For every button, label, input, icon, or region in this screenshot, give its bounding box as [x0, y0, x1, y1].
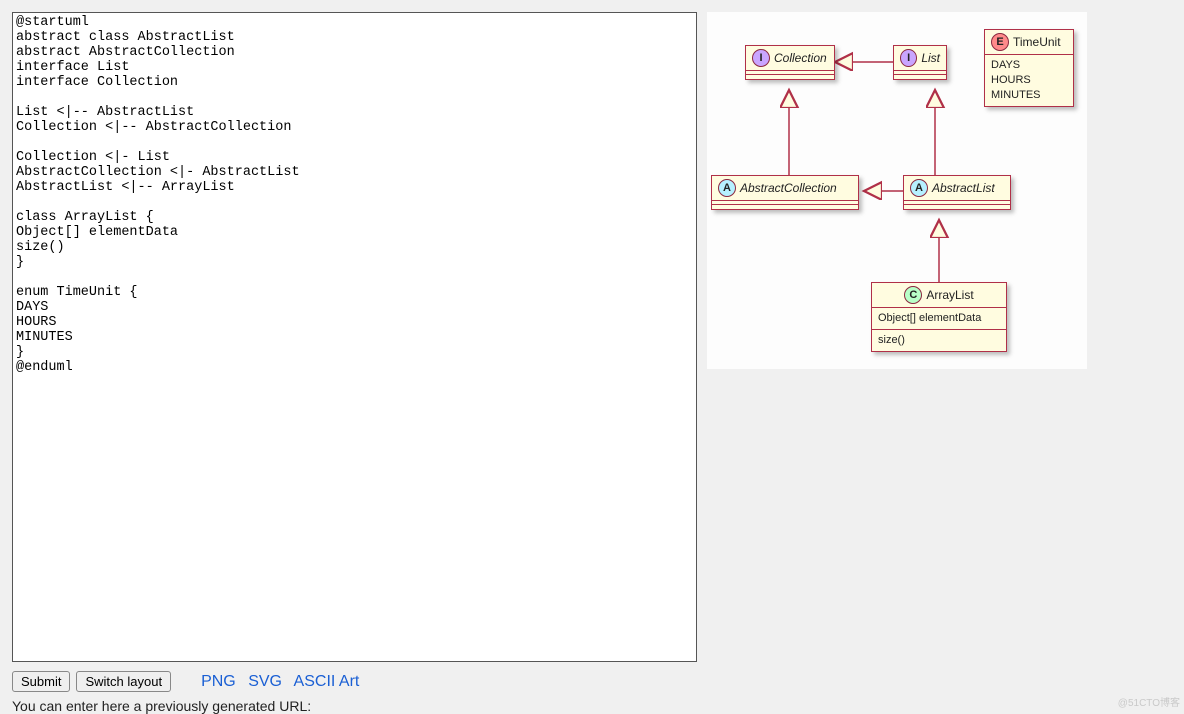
- interface-icon: I: [900, 49, 917, 67]
- enum-value: HOURS: [991, 73, 1067, 88]
- abstract-icon: A: [718, 179, 736, 197]
- uml-class-abstractlist: A AbstractList: [903, 175, 1011, 210]
- plantuml-source-editor[interactable]: [12, 12, 697, 662]
- uml-class-name: AbstractCollection: [740, 181, 837, 195]
- submit-button[interactable]: Submit: [12, 671, 70, 692]
- ascii-art-link[interactable]: ASCII Art: [294, 673, 360, 690]
- uml-class-name: List: [921, 51, 940, 65]
- watermark: @51CTO博客: [1118, 694, 1180, 709]
- abstract-icon: A: [910, 179, 928, 197]
- uml-class-arraylist: C ArrayList Object[] elementData size(): [871, 282, 1007, 352]
- class-operation: size(): [878, 333, 1000, 348]
- uml-class-list: I List: [893, 45, 947, 80]
- switch-layout-button[interactable]: Switch layout: [76, 671, 171, 692]
- uml-class-name: AbstractList: [932, 181, 995, 195]
- interface-icon: I: [752, 49, 770, 67]
- class-icon: C: [904, 286, 922, 304]
- png-link[interactable]: PNG: [201, 673, 236, 690]
- svg-link[interactable]: SVG: [248, 673, 282, 690]
- uml-class-name: Collection: [774, 51, 827, 65]
- uml-class-name: ArrayList: [926, 288, 973, 302]
- enum-value: DAYS: [991, 58, 1067, 73]
- uml-class-name: TimeUnit: [1013, 35, 1061, 49]
- uml-class-abstractcollection: A AbstractCollection: [711, 175, 859, 210]
- uml-diagram-output: I Collection I List E TimeUnit DAYS HOUR…: [707, 12, 1087, 369]
- url-input-note: You can enter here a previously generate…: [12, 698, 697, 714]
- enum-icon: E: [991, 33, 1009, 51]
- enum-value: MINUTES: [991, 88, 1067, 103]
- uml-enum-timeunit: E TimeUnit DAYS HOURS MINUTES: [984, 29, 1074, 107]
- class-attribute: Object[] elementData: [878, 311, 1000, 326]
- uml-class-collection: I Collection: [745, 45, 835, 80]
